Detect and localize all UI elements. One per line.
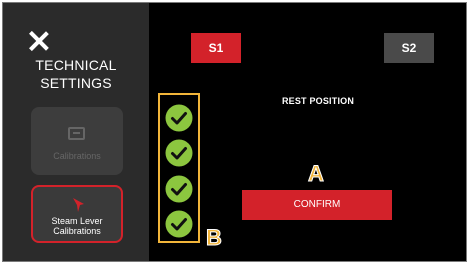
title-line-2: SETTINGS xyxy=(40,75,112,91)
check-circle-icon xyxy=(165,175,193,203)
sidebar: TECHNICAL SETTINGS Calibrations Steam Le… xyxy=(3,3,149,261)
page-title: TECHNICAL SETTINGS xyxy=(3,56,149,92)
machine-screen: TECHNICAL SETTINGS Calibrations Steam Le… xyxy=(2,2,467,262)
tab-s1[interactable]: S1 xyxy=(191,33,241,63)
close-icon[interactable] xyxy=(29,31,49,51)
calibrations-label: Calibrations xyxy=(53,151,101,161)
check-circle-icon xyxy=(165,210,193,238)
check-circle-icon xyxy=(165,139,193,167)
annotation-marker-b: B xyxy=(206,225,223,250)
steam-lever-label-line-2: Calibrations xyxy=(53,226,101,236)
steam-lever-label-line-1: Steam Lever xyxy=(51,216,103,226)
check-circle-icon xyxy=(165,104,193,132)
steam-lever-calibrations-button[interactable]: Steam Lever Calibrations xyxy=(31,185,123,243)
check-list xyxy=(158,93,200,243)
title-line-1: TECHNICAL xyxy=(35,57,117,73)
steam-lever-icon xyxy=(71,197,87,218)
calibrations-button[interactable]: Calibrations xyxy=(31,107,123,175)
tab-s2[interactable]: S2 xyxy=(384,33,434,63)
confirm-button[interactable]: CONFIRM xyxy=(242,190,392,220)
tray-icon xyxy=(68,127,85,140)
annotation-marker-a: A xyxy=(308,161,325,186)
rest-position-heading: REST POSITION xyxy=(281,96,355,106)
steam-lever-calibrations-label: Steam Lever Calibrations xyxy=(33,216,121,236)
